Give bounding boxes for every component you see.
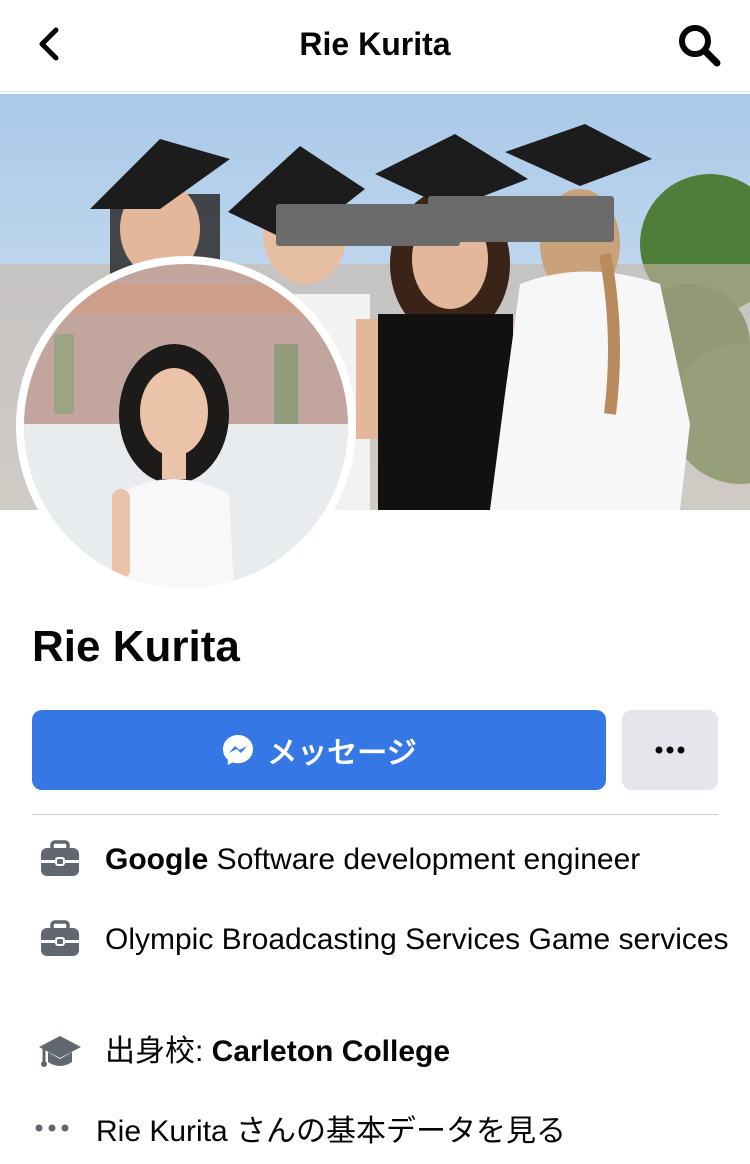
message-button-label: メッセージ: [267, 737, 417, 770]
messenger-icon: [223, 735, 254, 765]
more-dots-icon: [35, 1124, 69, 1132]
see-about-info-label[interactable]: Rie Kurita さんの基本データを見る: [96, 1112, 730, 1152]
divider: [32, 814, 718, 815]
search-icon[interactable]: [674, 20, 724, 70]
profile-name: Rie Kurita: [32, 622, 240, 671]
more-options-button[interactable]: [622, 710, 718, 790]
graduation-cap-icon: [39, 1036, 81, 1067]
education-text: 出身校: Carleton College: [105, 1032, 730, 1072]
top-bar: Rie Kurita: [0, 0, 750, 92]
briefcase-icon: [41, 840, 79, 876]
school-name: Carleton College: [211, 1035, 451, 1068]
job-title: Software development engineer: [208, 843, 641, 876]
briefcase-icon: [41, 920, 79, 956]
profile-picture[interactable]: [16, 256, 356, 596]
education-prefix: 出身校:: [105, 1035, 212, 1068]
work-item-text: Olympic Broadcasting Services Game servi…: [105, 923, 729, 956]
employer-name: Google: [105, 843, 209, 876]
message-button[interactable]: メッセージ: [32, 710, 606, 790]
work-item-text: Google Software development engineer: [105, 840, 730, 880]
page-title: Rie Kurita: [299, 26, 451, 62]
more-dots-icon: [655, 746, 685, 754]
